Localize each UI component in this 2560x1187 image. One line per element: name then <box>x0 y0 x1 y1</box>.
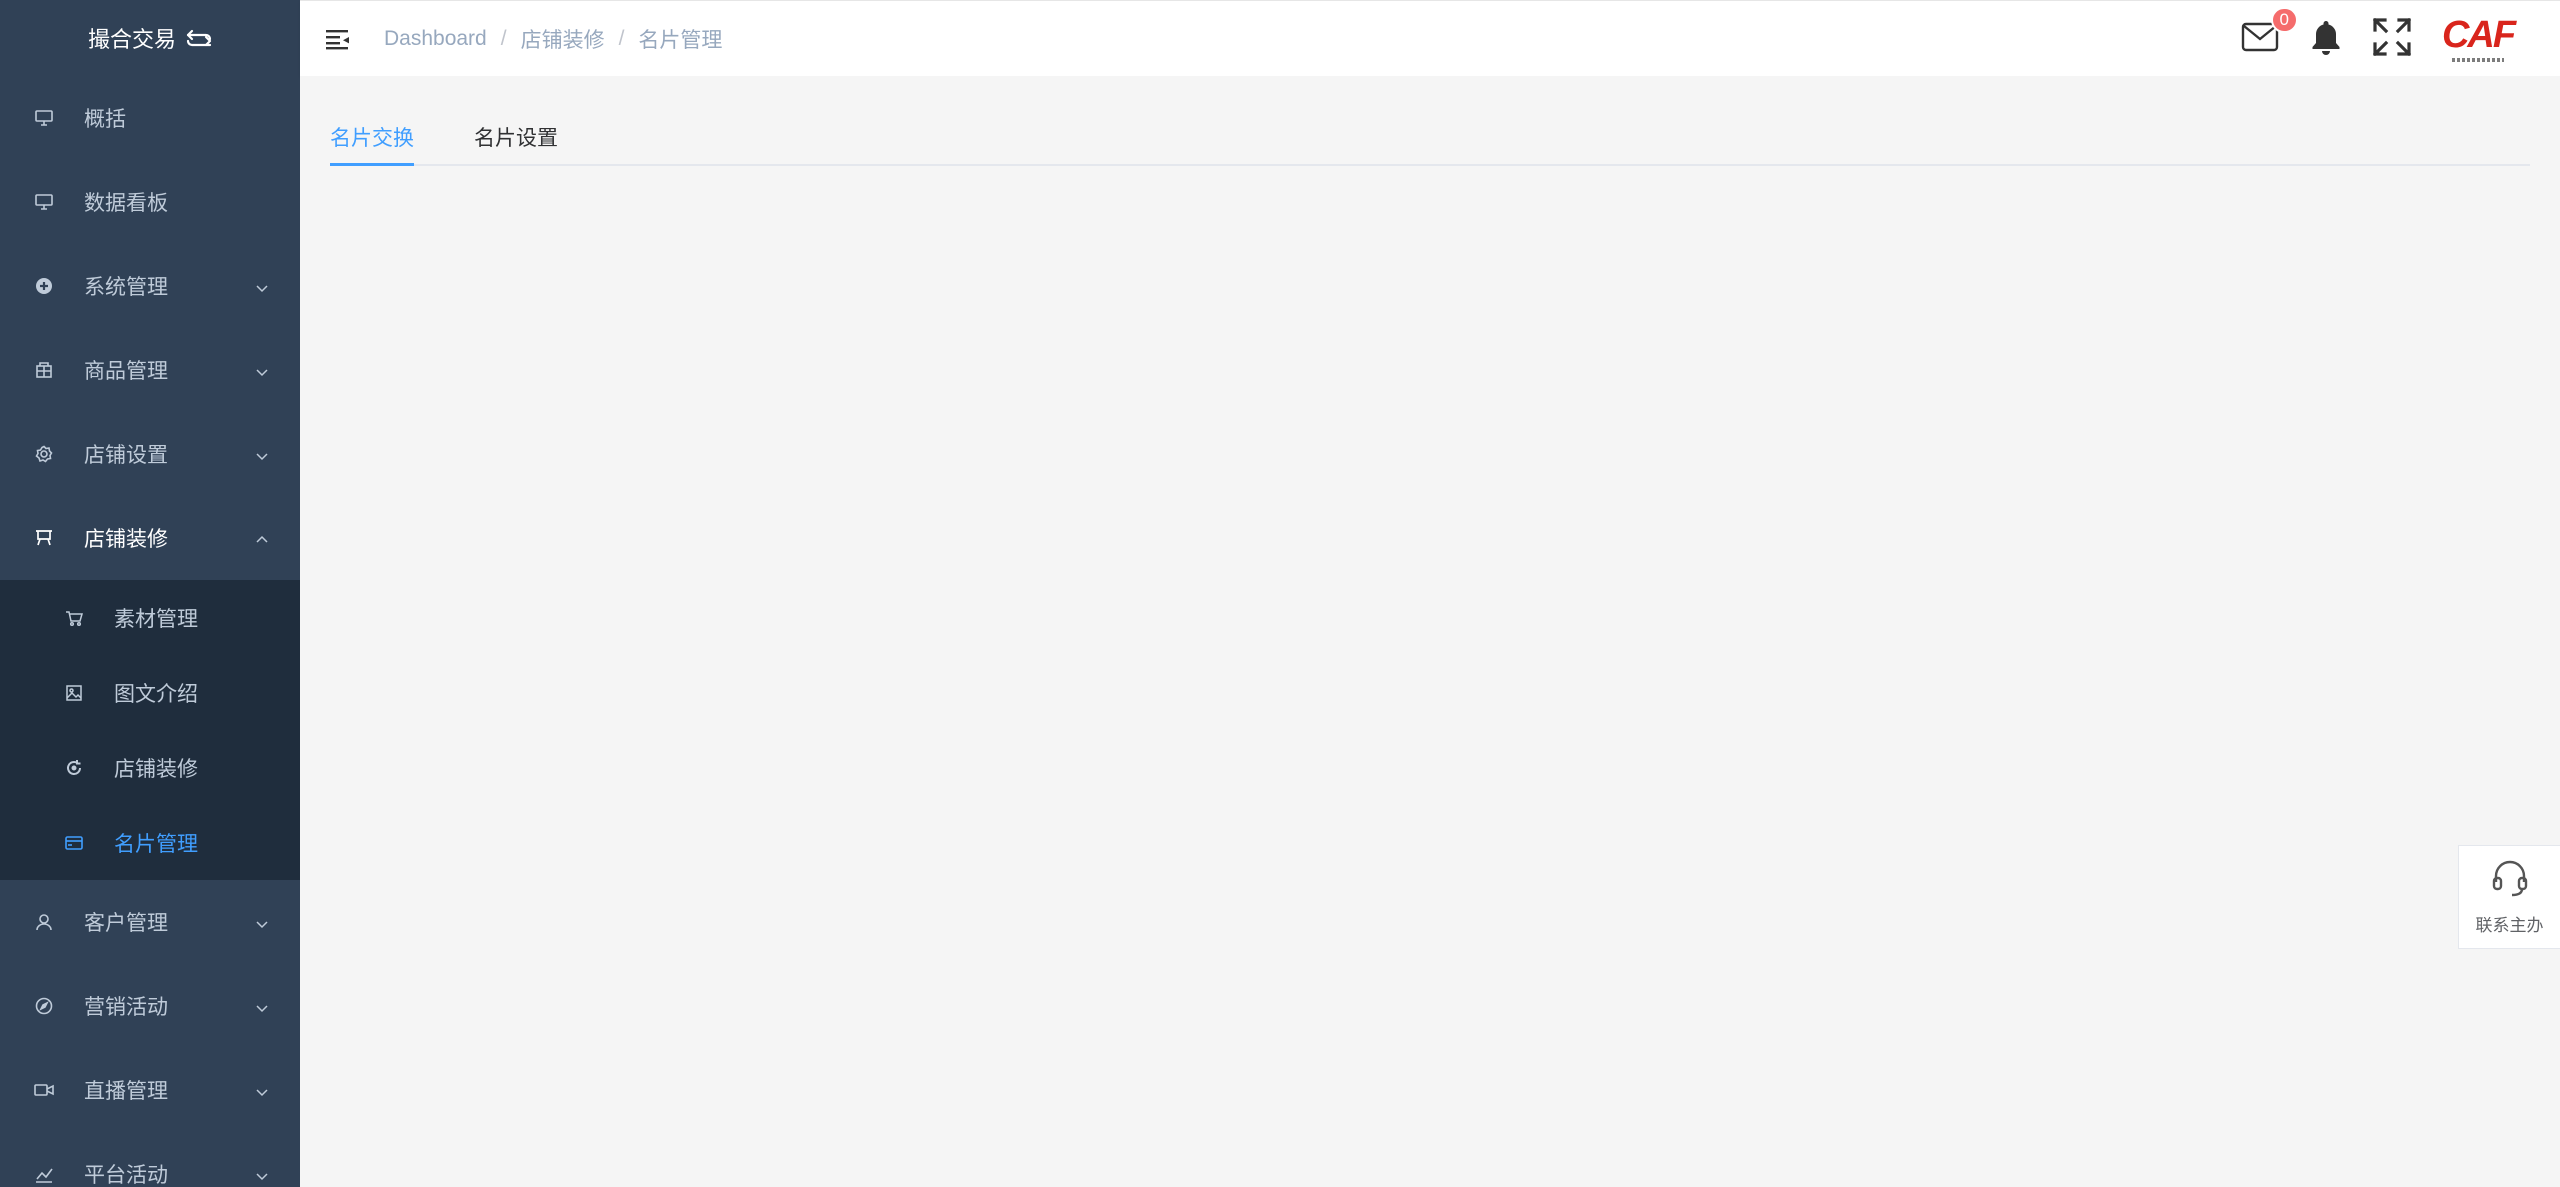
caf-logo-text: CAF <box>2441 14 2516 56</box>
top-navbar: Dashboard / 店铺装修 / 名片管理 0 CAF <box>300 0 2560 76</box>
sidebar-item-label: 系统管理 <box>84 276 168 299</box>
monitor-icon <box>34 108 54 128</box>
fullscreen-button[interactable] <box>2372 17 2412 61</box>
swap-icon[interactable] <box>186 27 212 49</box>
monitor-icon <box>34 192 54 212</box>
sidebar-item-label: 店铺设置 <box>84 444 168 467</box>
header-actions: 0 CAF <box>2240 1 2516 77</box>
sidebar-item-overview[interactable]: 概括 <box>0 76 300 160</box>
building-icon <box>34 360 54 380</box>
main-content: 名片交换 名片设置 <box>300 76 2560 1187</box>
cart-icon <box>64 608 84 628</box>
user-icon <box>34 912 54 932</box>
breadcrumb-separator: / <box>500 26 507 50</box>
sidebar-item-platform-activities[interactable]: 平台活动 <box>0 1132 300 1187</box>
contact-organizer-label: 联系主办 <box>2475 916 2544 935</box>
mail-count-badge: 0 <box>2270 7 2298 33</box>
breadcrumb-item-store-decoration[interactable]: 店铺装修 <box>521 24 605 54</box>
chevron-up-icon <box>254 530 270 546</box>
breadcrumb: Dashboard / 店铺装修 / 名片管理 <box>384 24 722 54</box>
chevron-down-icon <box>254 278 270 294</box>
sidebar-item-customers[interactable]: 客户管理 <box>0 880 300 964</box>
sidebar-item-label: 直播管理 <box>84 1080 168 1103</box>
sidebar-item-store-decoration[interactable]: 店铺装修 <box>0 496 300 580</box>
sidebar-item-label: 概括 <box>84 108 126 131</box>
chevron-down-icon <box>254 446 270 462</box>
tab-card-settings[interactable]: 名片设置 <box>474 118 558 164</box>
refresh-icon <box>64 758 84 778</box>
headset-icon <box>2490 858 2530 903</box>
breadcrumb-separator: / <box>618 26 625 50</box>
settings-icon <box>34 276 54 296</box>
brand-switcher[interactable]: 撮合交易 <box>0 0 300 76</box>
gear-icon <box>34 444 54 464</box>
easel-icon <box>34 528 54 548</box>
bell-icon <box>2311 19 2341 60</box>
sidebar-item-store-settings[interactable]: 店铺设置 <box>0 412 300 496</box>
caf-logo[interactable]: CAF <box>2442 9 2516 69</box>
sidebar-subitem-image-intro[interactable]: 图文介绍 <box>0 655 300 730</box>
chevron-down-icon <box>254 998 270 1014</box>
chevron-down-icon <box>254 914 270 930</box>
brand-title: 撮合交易 <box>87 27 176 52</box>
sidebar: 撮合交易 概括 数据看板 系统管理 商品管理 店铺设置 店铺装修 素材管理 图文… <box>0 0 300 1187</box>
hamburger-toggle-icon[interactable] <box>326 26 352 52</box>
sidebar-subitem-card-management[interactable]: 名片管理 <box>0 805 300 880</box>
card-tabs: 名片交换 名片设置 <box>330 118 2530 166</box>
sidebar-item-live[interactable]: 直播管理 <box>0 1048 300 1132</box>
sidebar-item-label: 数据看板 <box>84 192 168 215</box>
expand-icon <box>2372 17 2412 61</box>
sidebar-item-marketing[interactable]: 营销活动 <box>0 964 300 1048</box>
breadcrumb-item-dashboard[interactable]: Dashboard <box>384 27 487 51</box>
sidebar-item-label: 平台活动 <box>84 1164 168 1187</box>
sidebar-item-label: 店铺装修 <box>84 528 168 551</box>
sidebar-subitem-store-decoration[interactable]: 店铺装修 <box>0 730 300 805</box>
sidebar-item-label: 商品管理 <box>84 360 168 383</box>
chevron-down-icon <box>254 1082 270 1098</box>
video-icon <box>34 1080 54 1100</box>
sidebar-item-system[interactable]: 系统管理 <box>0 244 300 328</box>
sidebar-subitem-materials[interactable]: 素材管理 <box>0 580 300 655</box>
sidebar-item-products[interactable]: 商品管理 <box>0 328 300 412</box>
sidebar-subitem-label: 名片管理 <box>114 832 198 856</box>
chevron-down-icon <box>254 362 270 378</box>
submenu-store-decoration: 素材管理 图文介绍 店铺装修 名片管理 <box>0 580 300 880</box>
sidebar-item-label: 营销活动 <box>84 996 168 1019</box>
card-icon <box>64 833 84 853</box>
image-icon <box>64 683 84 703</box>
tab-card-exchange[interactable]: 名片交换 <box>330 118 414 166</box>
sidebar-subitem-label: 素材管理 <box>114 607 198 631</box>
sidebar-subitem-label: 店铺装修 <box>114 757 198 781</box>
mail-button[interactable]: 0 <box>2240 7 2298 59</box>
compass-icon <box>34 996 54 1016</box>
chevron-down-icon <box>254 1166 270 1182</box>
chart-icon <box>34 1164 54 1184</box>
caf-logo-subtitle <box>2452 58 2504 62</box>
contact-organizer-button[interactable]: 联系主办 <box>2458 845 2560 949</box>
notification-button[interactable] <box>2306 19 2346 59</box>
breadcrumb-item-current: 名片管理 <box>638 28 723 52</box>
sidebar-item-dashboard[interactable]: 数据看板 <box>0 160 300 244</box>
sidebar-item-label: 客户管理 <box>84 912 168 935</box>
sidebar-subitem-label: 图文介绍 <box>114 682 198 706</box>
